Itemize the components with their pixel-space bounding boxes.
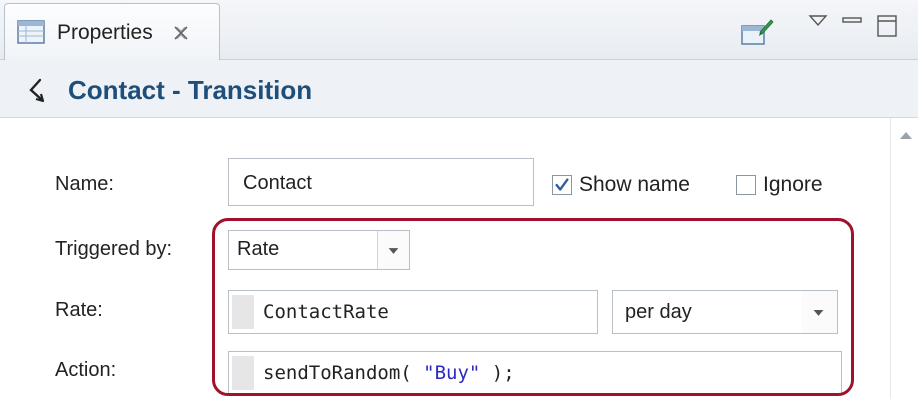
triggered-by-value: Rate	[237, 238, 280, 260]
transition-icon	[29, 78, 45, 103]
properties-icon	[17, 20, 45, 44]
dropdown-arrow-icon[interactable]	[377, 231, 409, 269]
rate-code-field[interactable]: ContactRate	[228, 290, 598, 334]
checkbox-checked-icon[interactable]	[552, 175, 572, 195]
action-code: sendToRandom( "Buy" );	[263, 361, 515, 385]
triggered-by-select[interactable]: Rate	[228, 230, 410, 270]
ignore-label: Ignore	[763, 173, 823, 196]
checkbox-unchecked-icon[interactable]	[736, 175, 756, 195]
ignore-checkbox[interactable]: Ignore	[736, 172, 846, 200]
show-name-label: Show name	[579, 173, 690, 196]
vertical-scrollbar[interactable]	[890, 118, 918, 399]
view-menu-icon[interactable]	[808, 13, 828, 29]
new-view-icon[interactable]	[740, 16, 774, 48]
code-gutter	[232, 295, 254, 329]
tab-label: Properties	[57, 21, 153, 44]
name-field[interactable]: Contact	[228, 158, 534, 206]
close-icon[interactable]	[172, 24, 190, 42]
code-string-literal: "Buy"	[423, 362, 481, 384]
code-function: sendToRandom(	[263, 362, 424, 384]
name-label: Name:	[55, 173, 114, 195]
maximize-icon[interactable]	[876, 14, 898, 38]
rate-label: Rate:	[55, 299, 103, 321]
rate-unit-select[interactable]: per day	[612, 290, 838, 334]
show-name-checkbox[interactable]: Show name	[552, 172, 712, 200]
code-end: );	[480, 362, 515, 384]
triggered-by-label: Triggered by:	[55, 238, 173, 260]
minimize-icon[interactable]	[841, 14, 863, 28]
tab-properties[interactable]: Properties	[4, 3, 220, 60]
rate-unit-value: per day	[625, 301, 692, 323]
action-label: Action:	[55, 359, 117, 381]
rate-value: ContactRate	[263, 301, 389, 323]
view-tab-bar: Properties	[0, 0, 918, 60]
properties-header: Contact - Transition	[0, 60, 918, 118]
scroll-up-icon[interactable]	[899, 130, 913, 140]
page-title: Contact - Transition	[68, 75, 313, 105]
code-gutter	[232, 356, 254, 390]
action-code-field[interactable]: sendToRandom( "Buy" );	[228, 351, 842, 395]
dropdown-arrow-icon[interactable]	[801, 291, 837, 333]
